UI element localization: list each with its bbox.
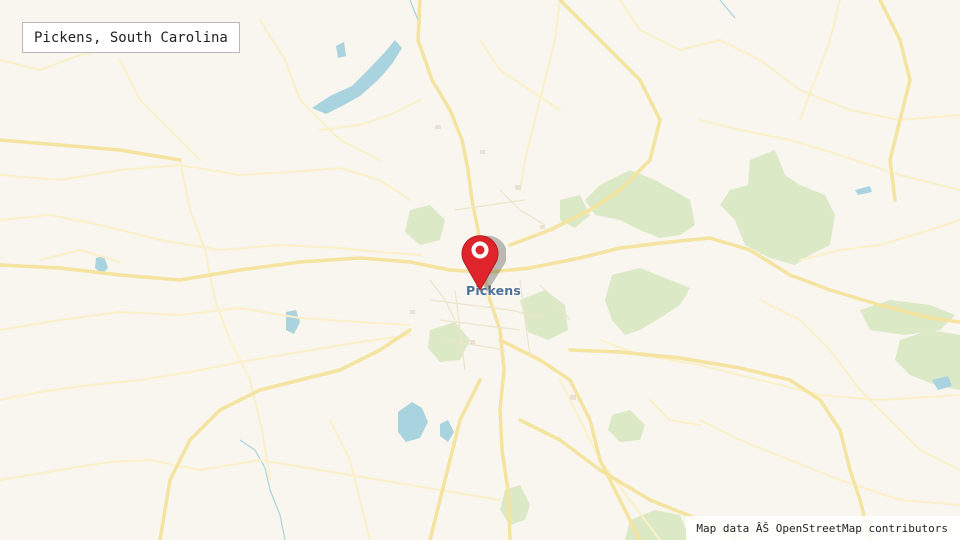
map-canvas[interactable]: Pickens Pickens, South Carolina Map data…: [0, 0, 960, 540]
attribution-text[interactable]: Map data ÂŠ OpenStreetMap contributors: [696, 522, 948, 535]
location-marker-icon[interactable]: [456, 226, 506, 294]
park-areas: [405, 150, 960, 540]
location-title-box: Pickens, South Carolina: [22, 22, 240, 53]
map-attribution[interactable]: Map data ÂŠ OpenStreetMap contributors: [686, 516, 960, 540]
location-title: Pickens, South Carolina: [34, 29, 228, 46]
